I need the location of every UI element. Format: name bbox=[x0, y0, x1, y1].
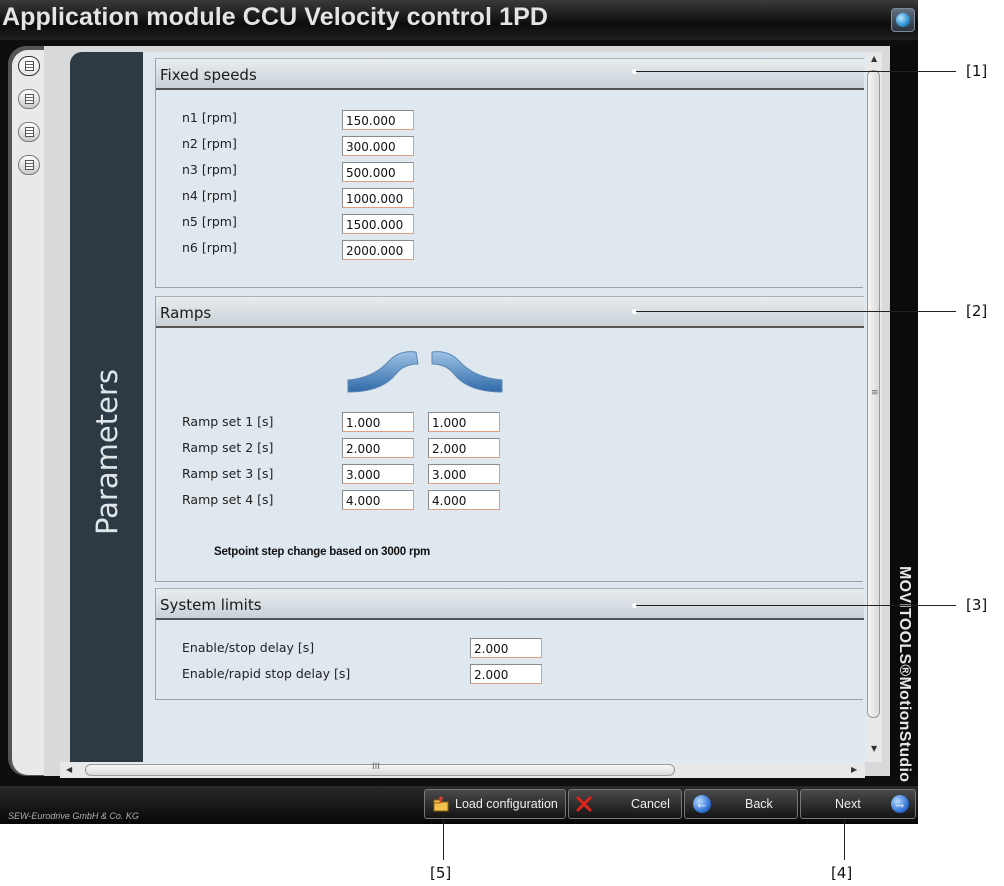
next-arrow-icon: → bbox=[891, 795, 909, 813]
scroll-right-icon[interactable]: ▶ bbox=[851, 765, 857, 774]
section-title: Ramps bbox=[160, 304, 212, 322]
enable-stop-label: Enable/stop delay [s] bbox=[182, 640, 315, 655]
ramp3-down-field[interactable]: 3.000 bbox=[428, 464, 500, 484]
ramp1-up-field[interactable]: 1.000 bbox=[342, 412, 414, 432]
folder-load-icon bbox=[433, 796, 449, 812]
cancel-x-icon bbox=[576, 796, 592, 812]
n1-field[interactable]: 150.000 bbox=[342, 110, 414, 130]
n4-field[interactable]: 1000.000 bbox=[342, 188, 414, 208]
globe-icon[interactable] bbox=[891, 8, 915, 32]
back-label: Back bbox=[745, 797, 773, 811]
back-button[interactable]: ← Back bbox=[684, 789, 798, 819]
ramps-header: Ramps bbox=[156, 296, 864, 328]
page-icon bbox=[25, 94, 34, 104]
load-configuration-button[interactable]: Load configuration bbox=[424, 789, 566, 819]
brand-label: MOVITOOLS®MotionStudio bbox=[896, 566, 913, 783]
n3-label: n3 [rpm] bbox=[182, 162, 237, 177]
n6-field[interactable]: 2000.000 bbox=[342, 240, 414, 260]
enable-stop-field[interactable]: 2.000 bbox=[470, 638, 542, 658]
ramps-section: Ramps bbox=[155, 296, 864, 582]
ramp4-label: Ramp set 4 [s] bbox=[182, 492, 274, 507]
ramp3-label: Ramp set 3 [s] bbox=[182, 466, 274, 481]
enable-rapid-stop-label: Enable/rapid stop delay [s] bbox=[182, 666, 351, 681]
callout-4: [4] bbox=[831, 864, 853, 882]
ramp1-label: Ramp set 1 [s] bbox=[182, 414, 274, 429]
page-icon bbox=[25, 160, 34, 170]
cancel-label: Cancel bbox=[631, 797, 670, 811]
callout-2: [2] bbox=[966, 302, 988, 320]
callout-line-2 bbox=[636, 311, 956, 312]
n5-label: n5 [rpm] bbox=[182, 214, 237, 229]
ramp-note: Setpoint step change based on 3000 rpm bbox=[214, 546, 431, 558]
ramp-down-icon bbox=[431, 351, 503, 393]
callout-line-5 bbox=[443, 820, 444, 860]
horizontal-grip: III bbox=[372, 762, 380, 772]
callout-5: [5] bbox=[430, 864, 452, 882]
enable-rapid-stop-field[interactable]: 2.000 bbox=[470, 664, 542, 684]
scroll-left-icon[interactable]: ◀ bbox=[66, 765, 72, 774]
scroll-up-icon[interactable]: ▲ bbox=[871, 54, 877, 63]
scroll-down-icon[interactable]: ▼ bbox=[871, 744, 877, 753]
sidebar-title: Parameters bbox=[89, 369, 124, 535]
window-title: Application module CCU Velocity control … bbox=[2, 3, 549, 31]
n5-field[interactable]: 1500.000 bbox=[342, 214, 414, 234]
n3-field[interactable]: 500.000 bbox=[342, 162, 414, 182]
next-label: Next bbox=[835, 797, 861, 811]
n1-label: n1 [rpm] bbox=[182, 110, 237, 125]
nav-tab-3[interactable] bbox=[18, 122, 40, 142]
parameters-sidebar: Parameters bbox=[70, 52, 143, 762]
ramp3-up-field[interactable]: 3.000 bbox=[342, 464, 414, 484]
horizontal-scroll-thumb[interactable] bbox=[85, 764, 675, 776]
n2-label: n2 [rpm] bbox=[182, 136, 237, 151]
section-title: System limits bbox=[160, 596, 262, 614]
ramp1-down-field[interactable]: 1.000 bbox=[428, 412, 500, 432]
system-limits-header: System limits bbox=[156, 588, 864, 620]
callout-line-4 bbox=[844, 820, 845, 860]
back-arrow-icon: ← bbox=[693, 795, 711, 813]
ramp4-up-field[interactable]: 4.000 bbox=[342, 490, 414, 510]
ramp2-down-field[interactable]: 2.000 bbox=[428, 438, 500, 458]
ramp2-up-field[interactable]: 2.000 bbox=[342, 438, 414, 458]
ramp2-label: Ramp set 2 [s] bbox=[182, 440, 274, 455]
n6-label: n6 [rpm] bbox=[182, 240, 237, 255]
nav-tab-2[interactable] bbox=[18, 89, 40, 109]
nav-tab-4[interactable] bbox=[18, 155, 40, 175]
callout-line-1 bbox=[636, 71, 956, 72]
cancel-button[interactable]: Cancel bbox=[568, 789, 682, 819]
company-name: SEW-Eurodrive GmbH & Co. KG bbox=[8, 811, 139, 821]
page-icon bbox=[25, 61, 34, 71]
section-title: Fixed speeds bbox=[160, 66, 257, 84]
n2-field[interactable]: 300.000 bbox=[342, 136, 414, 156]
next-button[interactable]: Next → bbox=[800, 789, 916, 819]
brand-strip: MOVITOOLS®MotionStudio bbox=[890, 46, 918, 782]
callout-line-3 bbox=[636, 605, 956, 606]
callout-1: [1] bbox=[966, 62, 988, 80]
vertical-grip: ≡ bbox=[871, 388, 879, 398]
callout-3: [3] bbox=[966, 596, 988, 614]
fixed-speeds-section: Fixed speeds bbox=[155, 58, 864, 288]
load-label: Load configuration bbox=[455, 797, 558, 811]
ramp4-down-field[interactable]: 4.000 bbox=[428, 490, 500, 510]
page-icon bbox=[25, 127, 34, 137]
title-bar: Application module CCU Velocity control … bbox=[0, 0, 918, 40]
nav-tab-1[interactable] bbox=[18, 56, 40, 76]
fixed-speeds-header: Fixed speeds bbox=[156, 58, 864, 90]
n4-label: n4 [rpm] bbox=[182, 188, 237, 203]
